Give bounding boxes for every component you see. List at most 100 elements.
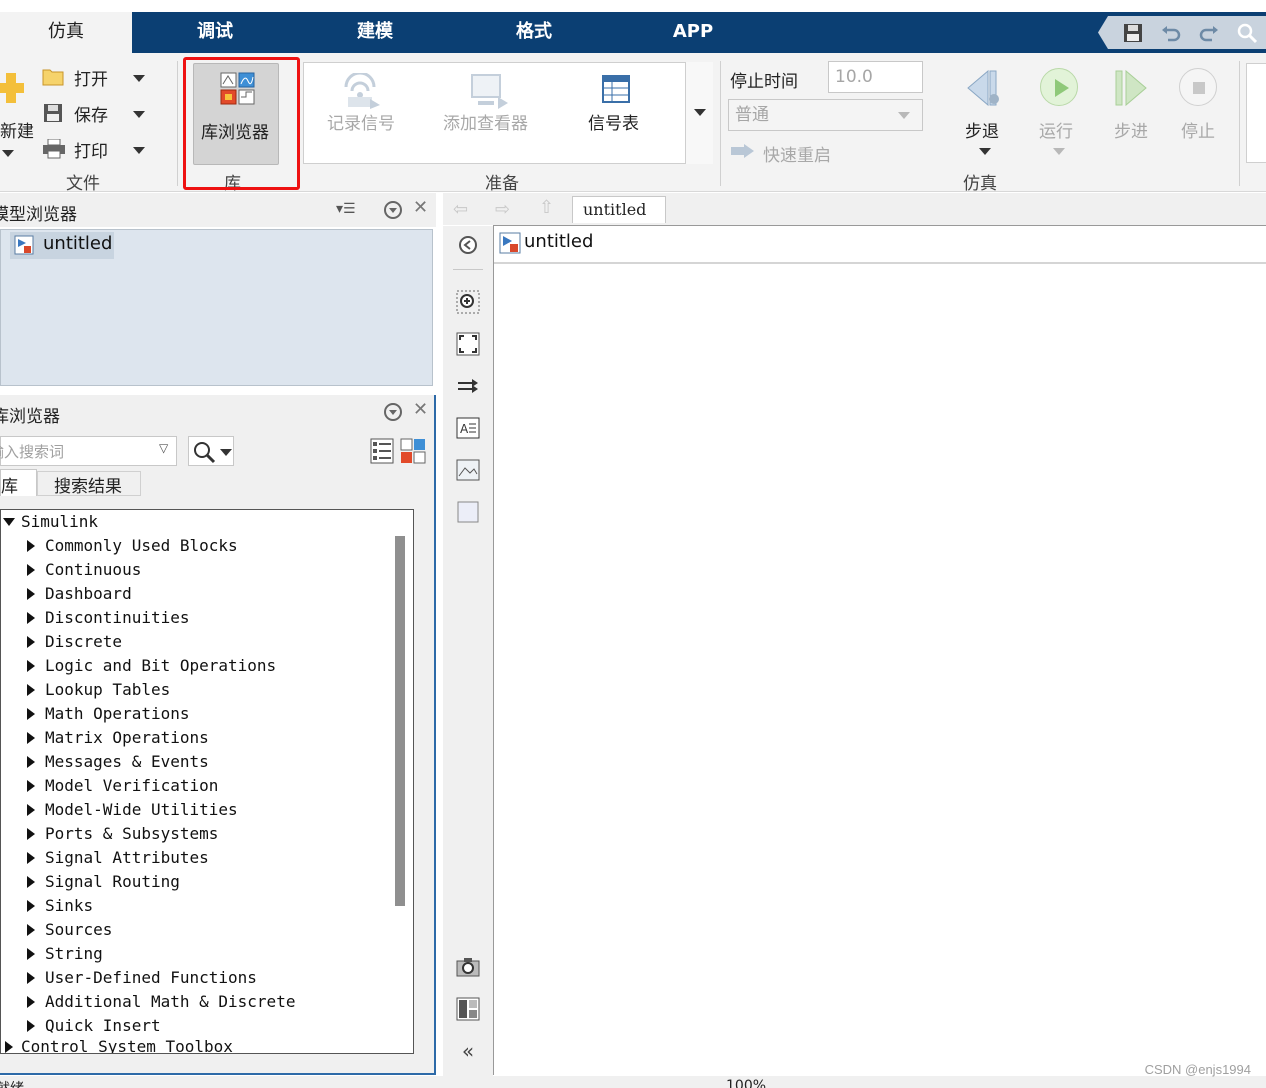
run-button[interactable]: 运行 (1039, 117, 1073, 142)
tree-scrollbar[interactable] (395, 536, 405, 906)
tree-item[interactable]: Messages & Events (45, 750, 209, 774)
library-search-combo[interactable]: 输入搜索词 ▽ (0, 436, 177, 466)
collapsed-arrow-icon[interactable] (27, 1020, 35, 1032)
tree-root-control-system-toolbox[interactable]: Control System Toolbox (21, 1035, 233, 1053)
log-signals-icon[interactable] (342, 71, 382, 109)
save-button[interactable]: 保存 (74, 101, 108, 126)
add-viewer-button[interactable]: 添加查看器 (443, 109, 528, 134)
new-dropdown-icon[interactable] (2, 150, 14, 157)
collapsed-arrow-icon[interactable] (27, 636, 35, 648)
tree-item[interactable]: Matrix Operations (45, 726, 209, 750)
close-icon[interactable]: ✕ (413, 197, 428, 218)
tree-item[interactable]: Discontinuities (45, 606, 190, 630)
collapsed-arrow-icon[interactable] (27, 876, 35, 888)
stop-icon[interactable] (1179, 68, 1217, 106)
new-button-label[interactable]: 新建 (0, 117, 34, 142)
camera-icon[interactable] (456, 955, 480, 979)
tree-item[interactable]: Model Verification (45, 774, 218, 798)
log-signals-button[interactable]: 记录信号 (327, 109, 395, 134)
print-dropdown-icon[interactable] (133, 147, 145, 154)
stop-time-field[interactable]: 10.0 (828, 61, 923, 93)
tree-item[interactable]: User-Defined Functions (45, 966, 257, 990)
review-results-button[interactable] (1246, 63, 1266, 163)
save-icon[interactable] (1122, 22, 1144, 44)
open-dropdown-icon[interactable] (133, 75, 145, 82)
collapsed-arrow-icon[interactable] (27, 780, 35, 792)
printer-icon[interactable] (42, 138, 65, 159)
signal-line-icon[interactable] (456, 374, 480, 398)
collapsed-arrow-icon[interactable] (27, 612, 35, 624)
tree-item[interactable]: Discrete (45, 630, 122, 654)
collapsed-arrow-icon[interactable] (27, 828, 35, 840)
run-icon[interactable] (1040, 68, 1078, 106)
model-canvas[interactable] (493, 225, 1266, 1075)
panel-options-icon[interactable] (384, 403, 402, 421)
back-arrow-icon[interactable]: ⇦ (453, 199, 468, 220)
panel-options-icon[interactable] (384, 201, 402, 219)
tree-item[interactable]: Ports & Subsystems (45, 822, 218, 846)
collapsed-arrow-icon[interactable] (27, 924, 35, 936)
tree-item[interactable]: Dashboard (45, 582, 132, 606)
collapsed-arrow-icon[interactable] (27, 900, 35, 912)
search-icon[interactable] (1236, 22, 1258, 44)
collapsed-arrow-icon[interactable] (27, 804, 35, 816)
model-tree-node[interactable]: untitled (10, 232, 114, 259)
collapsed-arrow-icon[interactable] (27, 996, 35, 1008)
grid-view-icon[interactable] (400, 438, 426, 464)
stop-button[interactable]: 停止 (1181, 117, 1215, 142)
print-button[interactable]: 打印 (74, 137, 108, 162)
tree-item[interactable]: Additional Math & Discrete (45, 990, 295, 1014)
list-view-icon[interactable] (370, 438, 394, 464)
new-icon[interactable] (0, 71, 24, 105)
fast-restart-button[interactable]: 快速重启 (763, 141, 831, 166)
tree-item[interactable]: Logic and Bit Operations (45, 654, 276, 678)
tree-item[interactable]: Continuous (45, 558, 141, 582)
gallery-expand-button[interactable] (685, 62, 713, 164)
collapsed-arrow-icon[interactable] (27, 852, 35, 864)
area-icon[interactable] (456, 500, 480, 524)
step-back-button[interactable]: 步退 (965, 117, 999, 142)
tree-item[interactable]: Sources (45, 918, 112, 942)
collapsed-arrow-icon[interactable] (27, 588, 35, 600)
simulation-mode-select[interactable]: 普通 (728, 99, 923, 131)
tree-root-simulink[interactable]: Simulink (21, 510, 98, 534)
tab-modeling[interactable]: 建模 (325, 12, 425, 53)
collapsed-arrow-icon[interactable] (27, 564, 35, 576)
collapsed-arrow-icon[interactable] (27, 756, 35, 768)
signal-table-icon[interactable] (602, 75, 630, 103)
menu-list-icon[interactable]: ▾☰ (336, 201, 356, 217)
tree-item[interactable]: Sinks (45, 894, 93, 918)
search-input[interactable]: 输入搜索词 (0, 441, 64, 462)
up-arrow-icon[interactable]: ⇧ (539, 197, 554, 218)
save-dropdown-icon[interactable] (133, 111, 145, 118)
tab-search-results[interactable]: 搜索结果 (37, 471, 141, 497)
expanded-arrow-icon[interactable] (3, 518, 15, 526)
open-button[interactable]: 打开 (74, 65, 108, 90)
collapsed-arrow-icon[interactable] (27, 660, 35, 672)
tree-item[interactable]: String (45, 942, 103, 966)
annotation-icon[interactable]: A (456, 416, 480, 440)
tab-debug[interactable]: 调试 (165, 12, 265, 53)
collapsed-arrow-icon[interactable] (27, 708, 35, 720)
collapsed-arrow-icon[interactable] (27, 972, 35, 984)
tab-library[interactable]: 库 (0, 469, 37, 497)
fit-to-view-icon[interactable] (456, 332, 480, 356)
zoom-in-icon[interactable] (456, 290, 480, 314)
run-dropdown-icon[interactable] (1053, 148, 1065, 155)
step-back-dropdown-icon[interactable] (979, 148, 991, 155)
forward-arrow-icon[interactable]: ⇨ (495, 199, 510, 220)
save-disk-icon[interactable] (42, 103, 64, 123)
tree-item[interactable]: Signal Attributes (45, 846, 209, 870)
collapsed-arrow-icon[interactable] (5, 1041, 13, 1053)
step-forward-icon[interactable] (1114, 69, 1150, 107)
tree-item[interactable]: Signal Routing (45, 870, 180, 894)
tree-item[interactable]: Lookup Tables (45, 678, 170, 702)
collapsed-arrow-icon[interactable] (27, 540, 35, 552)
tab-apps[interactable]: APP (643, 12, 743, 53)
tab-format[interactable]: 格式 (484, 12, 584, 53)
open-folder-icon[interactable] (42, 67, 64, 87)
tree-item[interactable]: Math Operations (45, 702, 190, 726)
collapse-toolbar-icon[interactable]: « (456, 1039, 480, 1063)
add-viewer-icon[interactable] (470, 73, 510, 109)
collapsed-arrow-icon[interactable] (27, 948, 35, 960)
